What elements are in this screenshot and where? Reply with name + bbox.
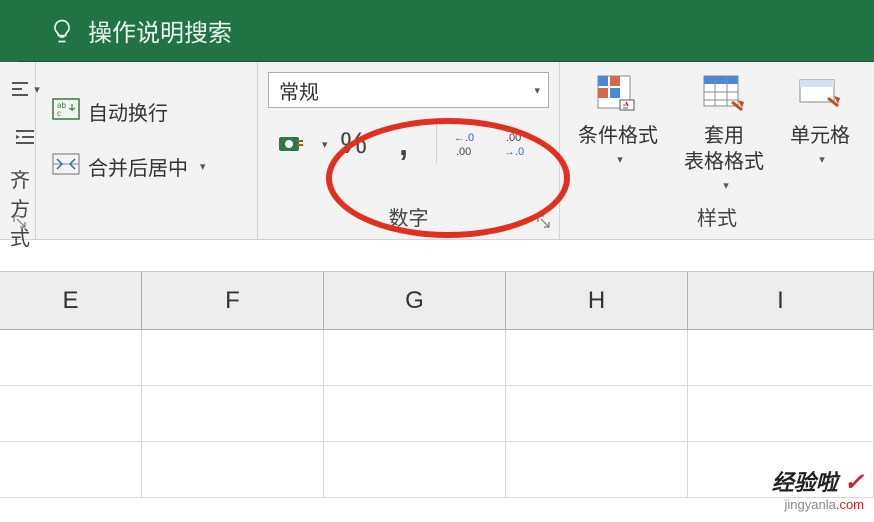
- wrap-text-button[interactable]: abc 自动换行: [46, 93, 247, 130]
- number-format-combo[interactable]: 常规 ▾: [268, 72, 549, 108]
- number-group-label: 数字: [268, 196, 549, 239]
- svg-text:→.0: →.0: [504, 146, 524, 158]
- cell-styles-label: 单元格: [790, 123, 850, 149]
- svg-text:←.0: ←.0: [454, 132, 474, 144]
- lightbulb-icon: [48, 17, 76, 45]
- wrap-text-label: 自动换行: [88, 97, 168, 126]
- cell[interactable]: [142, 330, 324, 385]
- title-cut: [0, 0, 18, 62]
- merge-center-icon: [52, 153, 80, 180]
- cell[interactable]: [506, 442, 688, 497]
- spacer-label: [46, 202, 247, 239]
- number-group: 常规 ▾ ▾ % , ←.0.00 .00→.0 数字: [258, 62, 560, 239]
- cell[interactable]: [324, 330, 506, 385]
- table-row: [0, 442, 874, 498]
- styles-group: 条件格式 ▾ 套用 表格格式 ▾ 单: [560, 62, 874, 239]
- wrap-text-icon: abc: [52, 98, 80, 125]
- chevron-down-icon: ▾: [723, 179, 729, 192]
- table-row: [0, 386, 874, 442]
- accounting-format-button[interactable]: [268, 120, 316, 168]
- conditional-format-button[interactable]: 条件格式 ▾: [570, 70, 666, 196]
- alignment-group-label: 齐方式: [10, 158, 25, 259]
- dialog-launcher-icon[interactable]: [13, 215, 27, 229]
- cell[interactable]: [688, 386, 874, 441]
- merge-center-label: 合并后居中: [88, 152, 188, 181]
- formula-bar-area: [0, 240, 874, 272]
- cell[interactable]: [324, 442, 506, 497]
- table-format-label: 套用 表格格式: [684, 123, 764, 175]
- cell[interactable]: [688, 330, 874, 385]
- title-bar: 操作说明搜索: [0, 0, 874, 62]
- chevron-down-icon: ▾: [200, 160, 206, 173]
- col-header[interactable]: E: [0, 272, 142, 329]
- cell[interactable]: [506, 386, 688, 441]
- cell[interactable]: [0, 442, 142, 497]
- watermark: 经验啦 ✓ jingyanla.com: [772, 465, 864, 512]
- cell[interactable]: [0, 330, 142, 385]
- svg-text:.00: .00: [456, 146, 471, 158]
- cell[interactable]: [142, 442, 324, 497]
- conditional-format-icon: [596, 74, 640, 119]
- chevron-down-icon: ▾: [819, 153, 825, 166]
- merge-center-button[interactable]: 合并后居中 ▾: [46, 148, 247, 185]
- separator: [436, 124, 437, 164]
- cell[interactable]: [0, 386, 142, 441]
- col-header[interactable]: I: [688, 272, 874, 329]
- cell[interactable]: [142, 386, 324, 441]
- cell-styles-button[interactable]: 单元格 ▾: [782, 70, 858, 196]
- chevron-down-icon: ▾: [617, 153, 623, 166]
- table-row: [0, 330, 874, 386]
- col-header[interactable]: H: [506, 272, 688, 329]
- decrease-decimal-button[interactable]: .00→.0: [495, 120, 543, 168]
- conditional-format-label: 条件格式: [578, 123, 658, 149]
- chevron-down-icon: ▾: [534, 84, 540, 97]
- percent-button[interactable]: %: [330, 120, 378, 168]
- alignment-partial-group: ▾ 齐方式: [0, 62, 36, 239]
- styles-group-label: 样式: [570, 196, 864, 239]
- cell[interactable]: [324, 386, 506, 441]
- tell-me-search[interactable]: 操作说明搜索: [88, 13, 232, 48]
- table-format-icon: [702, 74, 746, 119]
- column-headers: E F G H I: [0, 272, 874, 330]
- watermark-domain-prefix: jingyanla: [785, 497, 836, 512]
- checkmark-icon: ✓: [844, 469, 864, 496]
- chevron-down-icon[interactable]: ▾: [322, 138, 328, 151]
- comma-button[interactable]: ,: [380, 120, 428, 168]
- dialog-launcher-icon[interactable]: [537, 215, 551, 229]
- table-format-button[interactable]: 套用 表格格式 ▾: [676, 70, 772, 196]
- watermark-text: 经验啦: [772, 470, 838, 495]
- cell[interactable]: [506, 330, 688, 385]
- col-header[interactable]: F: [142, 272, 324, 329]
- wrap-merge-group: abc 自动换行 合并后居中 ▾: [36, 62, 258, 239]
- svg-text:c: c: [57, 109, 61, 118]
- increase-decimal-button[interactable]: ←.0.00: [445, 120, 493, 168]
- col-header[interactable]: G: [324, 272, 506, 329]
- number-format-value: 常规: [279, 76, 319, 105]
- watermark-domain-suffix: .com: [836, 497, 864, 512]
- cell-styles-icon: [798, 74, 842, 119]
- svg-text:.00: .00: [506, 132, 521, 144]
- number-buttons-row: ▾ % , ←.0.00 .00→.0: [268, 118, 549, 170]
- worksheet-grid: E F G H I: [0, 272, 874, 498]
- ribbon: ▾ 齐方式 abc 自动换行 合并后居中 ▾: [0, 62, 874, 240]
